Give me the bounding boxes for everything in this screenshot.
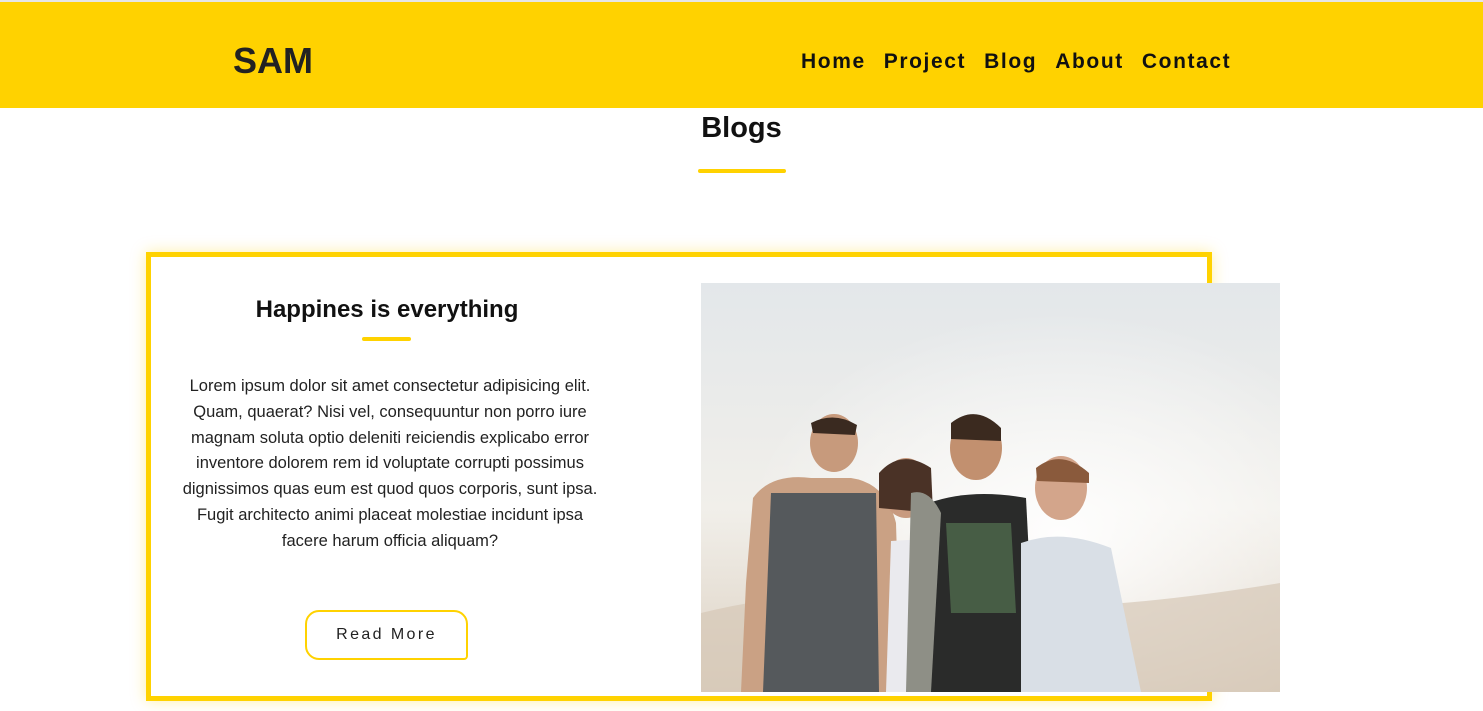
nav-home-link[interactable]: Home [801, 50, 866, 74]
blog-post-title-underline [362, 337, 411, 341]
nav-blog-link[interactable]: Blog [984, 50, 1037, 74]
blog-post-image [701, 283, 1280, 692]
brand-logo[interactable]: SAM [233, 40, 313, 82]
blog-post-title: Happines is everything [255, 296, 519, 323]
section-title-underline [698, 169, 786, 173]
nav-project-link[interactable]: Project [884, 50, 966, 74]
nav-about-link[interactable]: About [1055, 50, 1124, 74]
section-title: Blogs [701, 112, 782, 144]
nav-contact-link[interactable]: Contact [1142, 50, 1231, 74]
read-more-button[interactable]: Read More [305, 610, 468, 660]
navbar: SAM Home Project Blog About Contact [0, 2, 1483, 108]
blog-post-excerpt: Lorem ipsum dolor sit amet consectetur a… [182, 377, 598, 550]
main-nav: Home Project Blog About Contact [801, 50, 1231, 74]
